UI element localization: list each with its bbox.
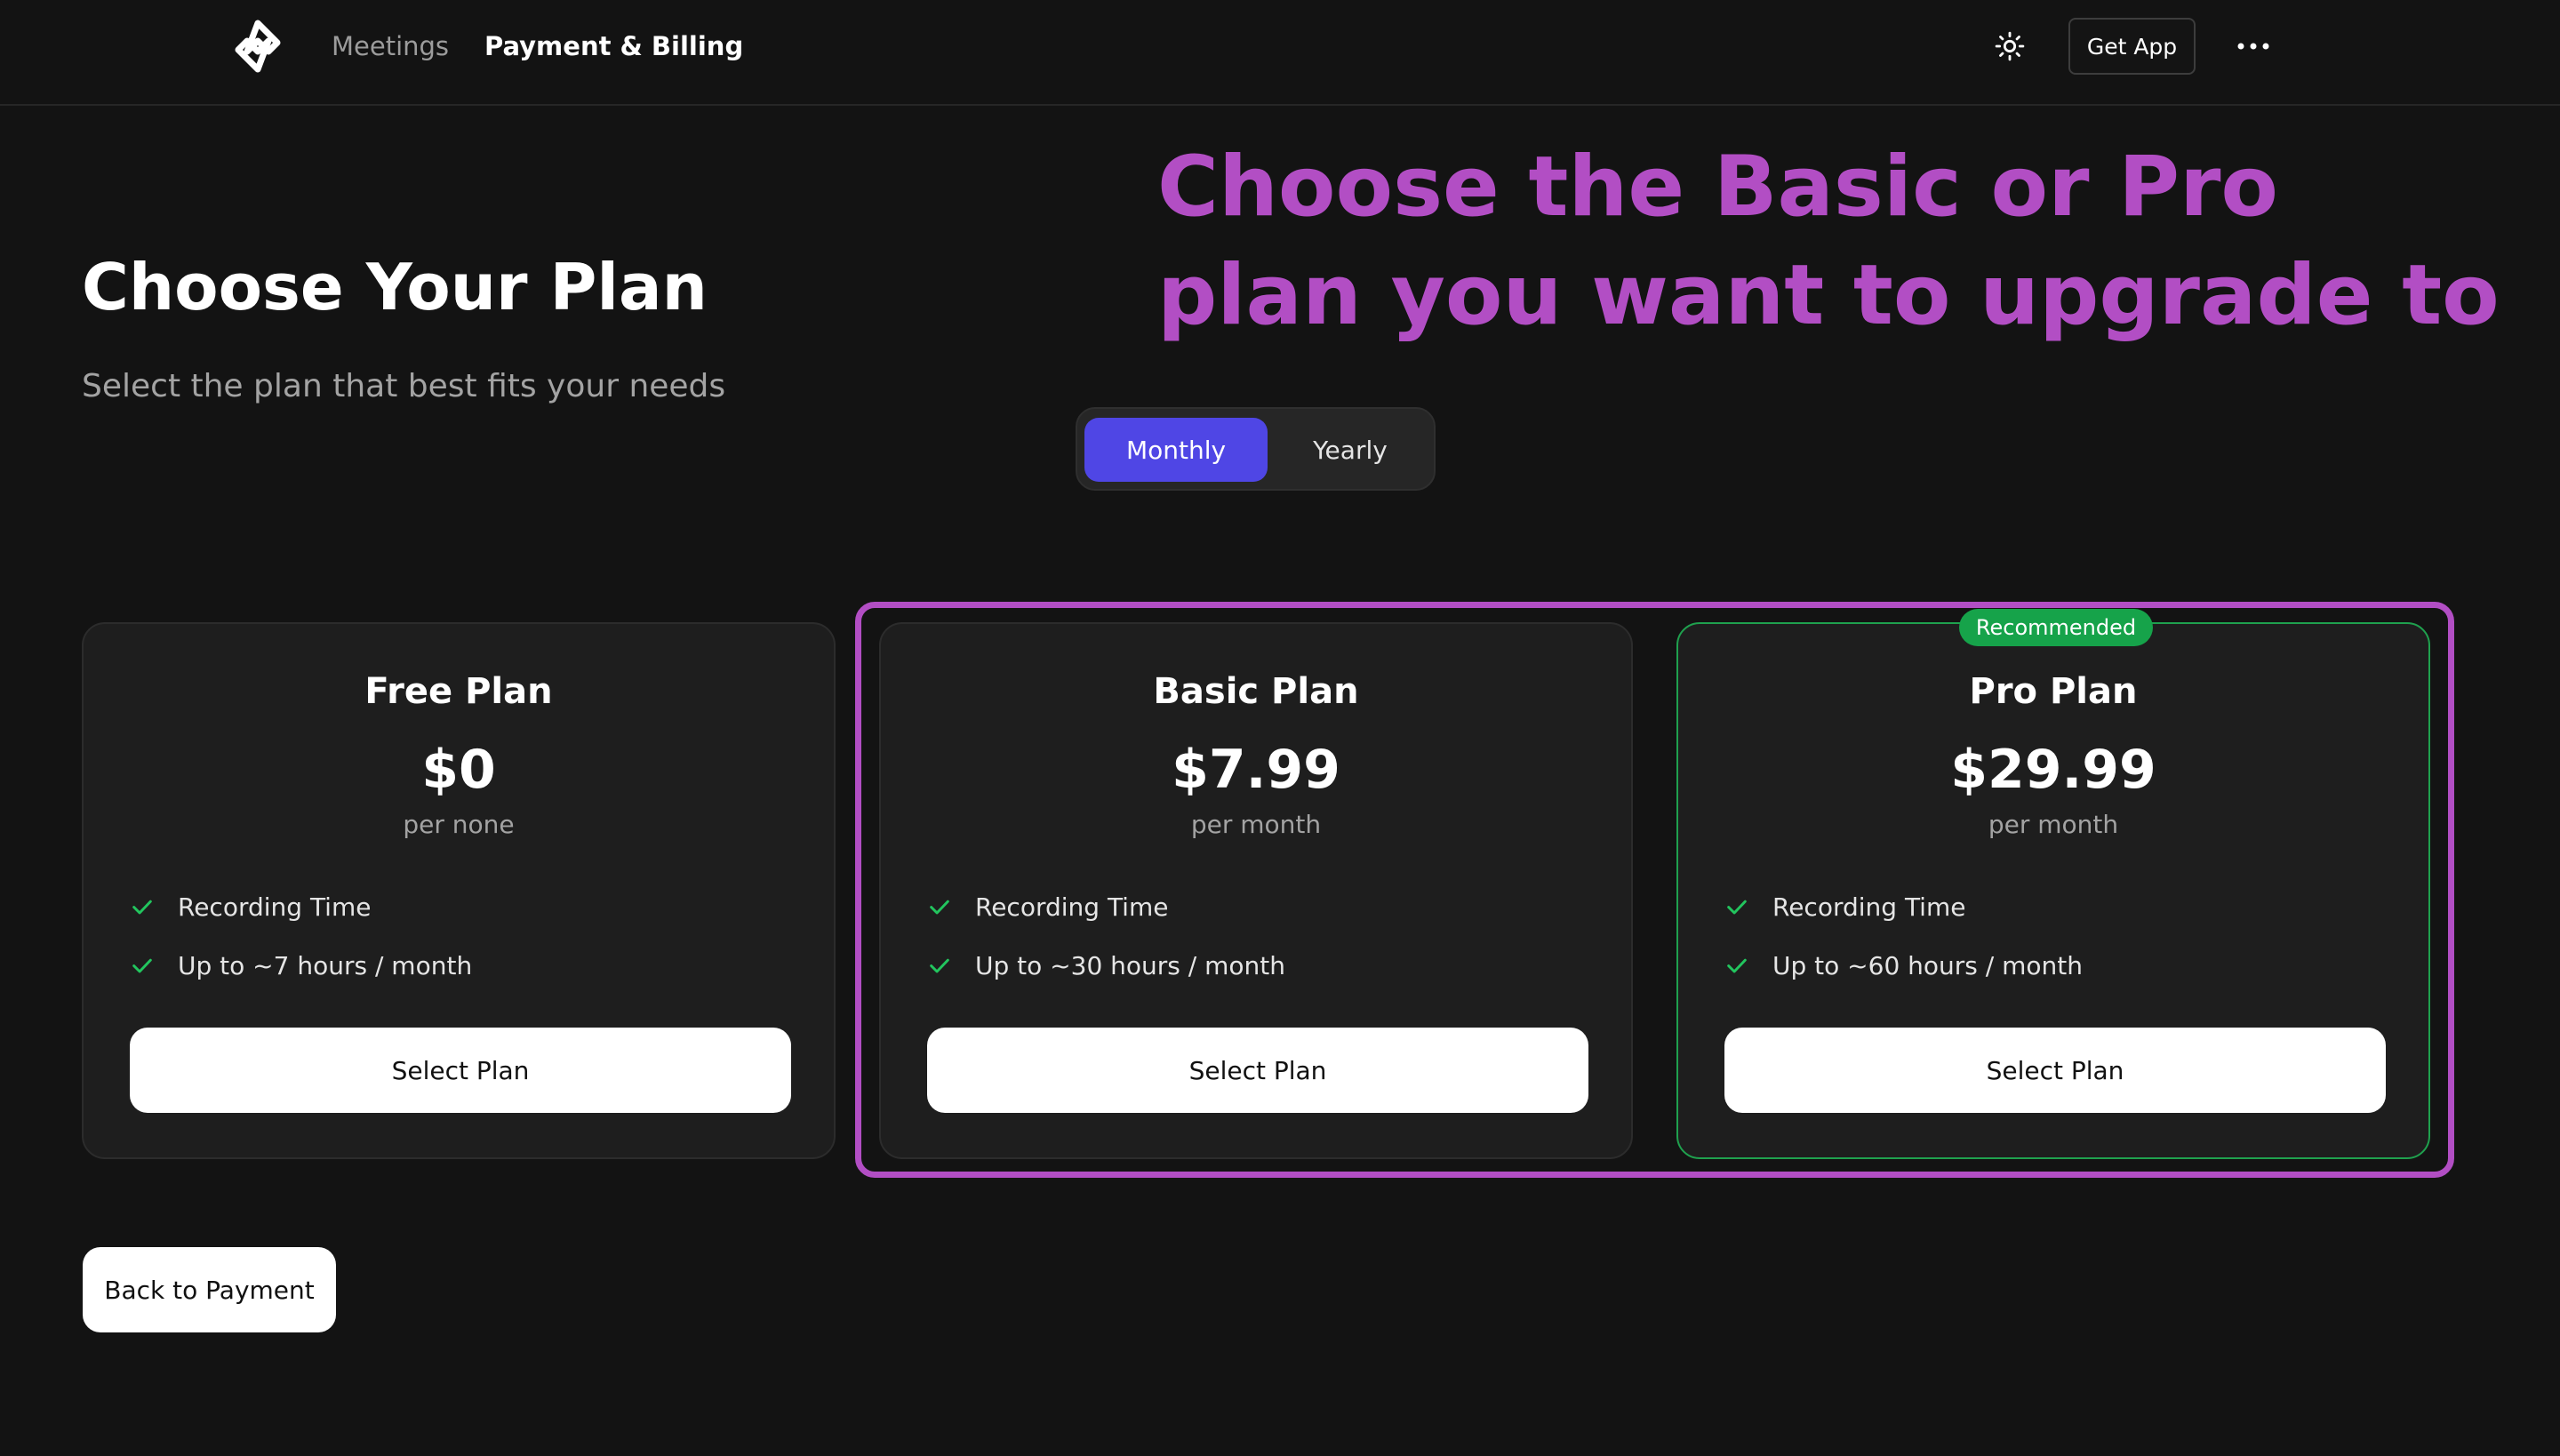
check-icon xyxy=(930,958,949,973)
billing-period-toggle: Monthly Yearly xyxy=(1076,407,1436,491)
plan-name: Pro Plan xyxy=(1969,671,2138,712)
select-plan-button-free[interactable]: Select Plan xyxy=(130,1028,791,1113)
feature-text: Recording Time xyxy=(1772,892,1966,922)
feature-item: Recording Time xyxy=(927,889,1168,924)
top-navigation-bar: Meetings Payment & Billing Get App xyxy=(0,0,2560,106)
check-icon xyxy=(132,958,152,973)
plan-name: Basic Plan xyxy=(1153,671,1359,712)
plan-price: $0 xyxy=(421,739,496,801)
sun-icon xyxy=(1995,31,2025,61)
feature-text: Recording Time xyxy=(178,892,372,922)
feature-item: Up to ~60 hours / month xyxy=(1724,948,2083,983)
plan-price: $7.99 xyxy=(1172,739,1340,801)
plan-card-pro: Recommended Pro Plan $29.99 per month Re… xyxy=(1676,609,2430,1159)
more-horizontal-icon xyxy=(2237,43,2269,50)
recommended-badge: Recommended xyxy=(1959,609,2153,646)
check-icon xyxy=(1727,900,1747,915)
feature-text: Up to ~7 hours / month xyxy=(178,950,473,980)
plan-price: $29.99 xyxy=(1950,739,2156,801)
instruction-annotation: Choose the Basic or Pro plan you want to… xyxy=(1157,139,2500,344)
page-title: Choose Your Plan xyxy=(82,250,708,324)
logo-icon[interactable] xyxy=(226,20,290,73)
more-options-button[interactable] xyxy=(2231,27,2276,66)
feature-text: Up to ~60 hours / month xyxy=(1772,950,2084,980)
plan-card-basic: Basic Plan $7.99 per month Recording Tim… xyxy=(879,622,1633,1159)
theme-toggle-button[interactable] xyxy=(1991,27,2028,66)
plan-period: per none xyxy=(403,810,515,839)
toggle-monthly[interactable]: Monthly xyxy=(1084,418,1268,482)
feature-text: Up to ~30 hours / month xyxy=(975,950,1286,980)
plan-period: per month xyxy=(1190,810,1322,839)
select-plan-button-basic[interactable]: Select Plan xyxy=(927,1028,1588,1113)
select-plan-button-pro[interactable]: Select Plan xyxy=(1724,1028,2386,1113)
nav-link-meetings[interactable]: Meetings xyxy=(332,28,449,64)
feature-item: Up to ~7 hours / month xyxy=(130,948,472,983)
plan-card-free: Free Plan $0 per none Recording Time Up … xyxy=(82,622,836,1159)
nav-link-payment-billing[interactable]: Payment & Billing xyxy=(484,28,743,64)
toggle-yearly[interactable]: Yearly xyxy=(1275,418,1426,482)
feature-item: Recording Time xyxy=(1724,889,1965,924)
feature-item: Up to ~30 hours / month xyxy=(927,948,1285,983)
back-to-payment-button[interactable]: Back to Payment xyxy=(83,1247,336,1332)
feature-item: Recording Time xyxy=(130,889,371,924)
check-icon xyxy=(132,900,152,915)
plan-name: Free Plan xyxy=(364,671,553,712)
check-icon xyxy=(1727,958,1747,973)
get-app-button[interactable]: Get App xyxy=(2068,18,2196,75)
feature-text: Recording Time xyxy=(975,892,1169,922)
check-icon xyxy=(930,900,949,915)
page-subtitle: Select the plan that best fits your need… xyxy=(82,368,726,404)
plan-period: per month xyxy=(1988,810,2119,839)
